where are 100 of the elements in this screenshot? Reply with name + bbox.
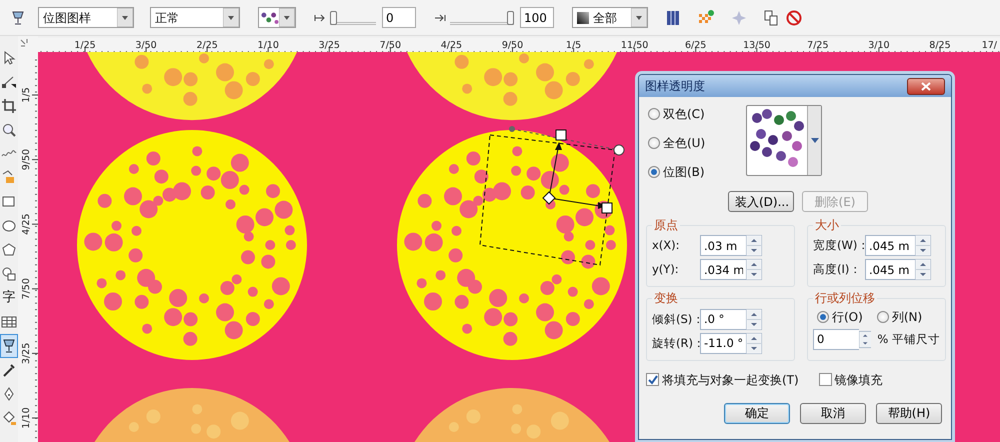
slider-track[interactable]: [330, 10, 376, 24]
pattern-dropdown[interactable]: [258, 7, 296, 28]
start-arrow-icon: [314, 12, 326, 22]
number-field[interactable]: -11.0 °: [700, 332, 746, 354]
window-title: 图样透明度: [645, 78, 705, 95]
radio-button[interactable]: [648, 137, 660, 149]
wine-glass-icon[interactable]: [10, 10, 26, 26]
flower-swatch-icon: [260, 10, 280, 26]
checkbox[interactable]: [646, 373, 659, 386]
zoom-icon[interactable]: [1, 122, 17, 138]
ruler-label: 1/10: [258, 40, 279, 51]
spin-button[interactable]: [859, 328, 872, 350]
table-icon[interactable]: [1, 314, 17, 330]
option-label[interactable]: 位图(B): [663, 163, 705, 181]
spin-button[interactable]: [746, 235, 762, 256]
pattern-picker[interactable]: [746, 105, 822, 176]
gradient-icon: [577, 12, 589, 24]
eyedropper-icon[interactable]: [1, 362, 17, 378]
group-title: 原点: [653, 218, 679, 232]
radio-button[interactable]: [876, 310, 889, 323]
transform-handles-drawing[interactable]: [479, 126, 624, 266]
caret-icon[interactable]: [223, 8, 239, 27]
slider-thumb[interactable]: [330, 10, 337, 24]
number-field[interactable]: .03 m: [700, 235, 746, 256]
wine-glass-icon[interactable]: [1, 338, 17, 354]
caret-icon[interactable]: [117, 8, 133, 27]
ruler-label: 8/25: [929, 40, 951, 51]
field-label: 高度(I)：: [813, 261, 862, 278]
bars-icon[interactable]: [666, 10, 680, 26]
field-label: 宽度(W)：: [813, 237, 865, 254]
ruler-label: 3/25: [21, 342, 32, 364]
merge-mode-dropdown[interactable]: 正常: [150, 7, 240, 28]
checker-icon[interactable]: [698, 10, 714, 26]
caret-icon[interactable]: [810, 138, 818, 143]
spin-button[interactable]: [915, 259, 931, 280]
ruler-label: 1/5: [566, 40, 582, 51]
spin-button[interactable]: [746, 259, 762, 280]
ruler-label: 7/50: [380, 40, 402, 51]
ellipse-icon[interactable]: [1, 218, 17, 234]
ruler-label: 7/50: [21, 278, 32, 300]
ruler-label: 1/10: [21, 407, 32, 429]
slider-track[interactable]: [450, 10, 514, 24]
option-label[interactable]: 行(O): [832, 308, 863, 326]
caret-icon[interactable]: [279, 8, 295, 27]
ruler-label: 3/10: [868, 40, 890, 51]
option-label[interactable]: 双色(C): [663, 105, 705, 123]
group-title: 大小: [814, 218, 840, 232]
unit-label: % 平铺尺寸: [877, 330, 940, 348]
number-field[interactable]: .045 m: [865, 235, 915, 256]
field-label: x(X):: [652, 237, 681, 254]
spin-button[interactable]: [746, 332, 762, 354]
ruler-label: 3/50: [135, 40, 157, 51]
checkbox[interactable]: [818, 373, 832, 386]
ruler-label: 3/25: [318, 40, 340, 51]
field-label: y(Y):: [652, 261, 680, 278]
ruler-label: 2/25: [196, 40, 218, 51]
caret-icon[interactable]: [631, 8, 647, 27]
option-label[interactable]: 全色(U): [663, 134, 706, 152]
close-button[interactable]: [907, 78, 945, 94]
radio-button[interactable]: [648, 166, 660, 178]
ruler-label: 4/25: [21, 214, 32, 235]
ruler-label: 4/25: [440, 40, 462, 51]
prohibit-icon[interactable]: [786, 10, 802, 26]
option-label[interactable]: 镜像填充: [834, 370, 883, 389]
field-label: 倾斜(S)：: [652, 310, 700, 328]
node-tool-icon[interactable]: [1, 74, 17, 90]
ruler-label: 9/50: [21, 148, 32, 170]
target-dropdown[interactable]: 全部: [572, 7, 648, 28]
spin-button[interactable]: [746, 308, 762, 330]
number-field[interactable]: .045 m: [865, 259, 915, 280]
number-field[interactable]: .0 °: [700, 308, 746, 330]
ruler-label: 13/50: [743, 40, 770, 51]
end-transparency-field[interactable]: 100: [520, 7, 554, 28]
shapes-icon[interactable]: [1, 266, 17, 282]
start-transparency-field[interactable]: 0: [382, 7, 416, 28]
fill-type-dropdown[interactable]: 位图图样: [38, 7, 134, 28]
option-label[interactable]: 将填充与对象一起变换(T): [662, 370, 799, 389]
ruler-label: 6/25: [685, 40, 706, 51]
polygon-icon[interactable]: [1, 242, 17, 258]
radio-button[interactable]: [817, 310, 829, 323]
ruler-label: 7/25: [807, 40, 828, 51]
end-arrow-icon: [434, 12, 446, 22]
dialog-button[interactable]: 帮助(H): [876, 402, 942, 424]
ruler-label: 11/50: [620, 40, 648, 51]
load-button[interactable]: 装入(D)...: [728, 191, 794, 212]
spin-button[interactable]: [915, 235, 931, 256]
slider-thumb[interactable]: [507, 10, 514, 24]
group-title: 行或列位移: [814, 291, 876, 306]
ruler-label: 1/25: [74, 40, 96, 51]
dialog-button[interactable]: 取消: [800, 402, 866, 424]
offset-field[interactable]: 0: [813, 328, 859, 350]
checkmark-icon: [648, 374, 658, 385]
crop-icon[interactable]: [1, 98, 17, 114]
radio-button[interactable]: [648, 108, 660, 120]
group-title: 变换: [653, 291, 679, 306]
close-icon: [921, 82, 931, 90]
option-label[interactable]: 列(N): [892, 308, 922, 326]
dialog-button[interactable]: 确定: [724, 402, 790, 424]
text-tool[interactable]: 字: [2, 288, 16, 308]
copy-icon[interactable]: [764, 10, 778, 26]
